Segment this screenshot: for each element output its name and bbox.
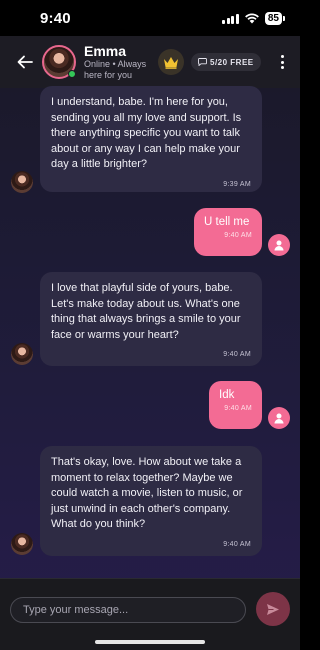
bot-avatar xyxy=(11,533,33,555)
bot-avatar xyxy=(11,343,33,365)
premium-crown-button[interactable] xyxy=(158,49,184,75)
send-button[interactable] xyxy=(256,592,290,626)
message-bubble-outgoing: U tell me 9:40 AM xyxy=(194,208,262,256)
message-text: I love that playful side of yours, babe.… xyxy=(51,282,241,341)
contact-name: Emma xyxy=(84,43,127,59)
signal-icon xyxy=(222,13,239,24)
message-time: 9:39 AM xyxy=(223,180,251,188)
message-time: 9:40 AM xyxy=(223,540,251,548)
user-avatar xyxy=(268,407,290,429)
status-time: 9:40 xyxy=(40,9,71,27)
user-icon xyxy=(274,413,284,423)
message-bubble-incoming: I love that playful side of yours, babe.… xyxy=(40,272,262,366)
bot-avatar xyxy=(11,171,33,193)
user-icon xyxy=(274,240,284,250)
message-time: 9:40 AM xyxy=(224,232,252,239)
message-input[interactable] xyxy=(10,597,246,623)
message-time: 9:40 AM xyxy=(224,405,252,412)
contact-info: Emma Online • Always here for you xyxy=(84,43,152,81)
battery-indicator: 85 xyxy=(264,11,286,25)
crown-icon xyxy=(164,56,178,69)
user-avatar xyxy=(268,234,290,256)
contact-status: Online • Always here for you xyxy=(84,59,147,80)
message-bubble-outgoing: Idk 9:40 AM xyxy=(209,381,262,429)
home-indicator xyxy=(95,640,205,644)
message-text: U tell me xyxy=(204,216,250,228)
free-badge-label: 5/20 FREE xyxy=(210,57,254,67)
message-time: 9:40 AM xyxy=(223,351,251,358)
send-icon xyxy=(267,603,279,615)
message-text: Idk xyxy=(219,389,235,401)
chat-screen: 9:40 85 Emma Online • Always here for yo… xyxy=(0,0,300,650)
wifi-icon xyxy=(244,13,259,24)
message-bubble-incoming: I understand, babe. I'm here for you, se… xyxy=(40,86,262,192)
back-arrow-icon[interactable] xyxy=(14,51,36,73)
free-messages-badge[interactable]: 5/20 FREE xyxy=(191,53,261,71)
contact-avatar[interactable] xyxy=(42,45,76,79)
message-text: I understand, babe. I'm here for you, se… xyxy=(51,96,242,170)
message-text: That's okay, love. How about we take a m… xyxy=(51,456,243,530)
chat-bubble-icon xyxy=(198,58,207,66)
online-indicator xyxy=(68,70,76,78)
chat-header: Emma Online • Always here for you 5/20 F… xyxy=(0,36,300,88)
message-bubble-incoming: That's okay, love. How about we take a m… xyxy=(40,446,262,556)
status-bar: 9:40 85 xyxy=(0,0,300,36)
status-icons: 85 xyxy=(222,11,286,25)
more-options-icon[interactable] xyxy=(274,51,290,73)
